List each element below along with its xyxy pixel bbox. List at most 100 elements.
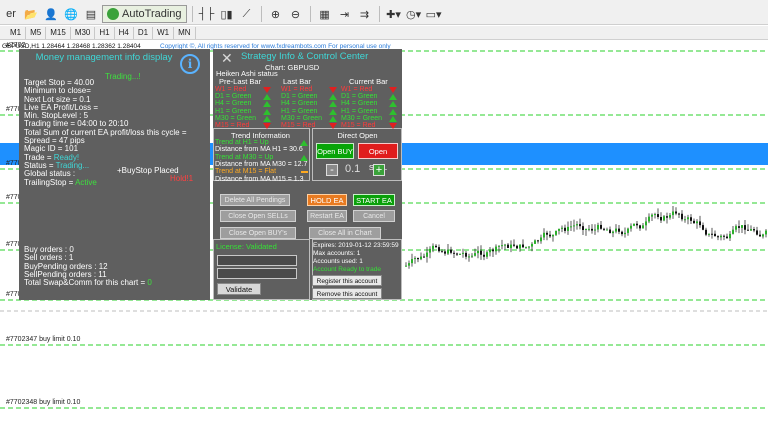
- direct-open-title: Direct Open: [337, 131, 378, 140]
- toolbar-fragment: er: [6, 8, 16, 20]
- candle-chart-icon[interactable]: ▯▮: [218, 5, 236, 23]
- candle-body: [675, 211, 677, 214]
- candle-body: [417, 258, 419, 260]
- candle-body: [687, 217, 689, 220]
- strategy-title: Strategy Info & Control Center: [241, 51, 369, 62]
- profile-icon[interactable]: 👤: [42, 5, 60, 23]
- candle-body: [723, 235, 725, 237]
- candle-body: [567, 226, 569, 231]
- arrow-up-icon: [329, 108, 337, 115]
- money-management-panel: Money management info display i Trading.…: [19, 49, 210, 300]
- delete-all-pendings-button[interactable]: Delete All Pendings: [220, 194, 290, 206]
- hold-ea-button[interactable]: HOLD EA: [307, 194, 347, 206]
- candle-body: [651, 214, 653, 217]
- candle-body: [429, 248, 431, 253]
- swap-value: 0: [147, 278, 152, 287]
- heiken-ashi-cell: M15 = Red: [341, 122, 376, 129]
- templates-icon[interactable]: ▭▾: [425, 5, 443, 23]
- arrow-down-icon: [329, 87, 337, 93]
- folder-icon[interactable]: 📂: [22, 5, 40, 23]
- candle-body: [606, 229, 608, 231]
- line-chart-icon[interactable]: ⟋: [238, 5, 256, 23]
- col-last: Last Bar: [283, 77, 311, 86]
- trend-line: Trend at M15 = Flat: [215, 168, 277, 176]
- candle-body: [582, 226, 584, 231]
- candle-body: [636, 223, 638, 226]
- candle-body: [627, 228, 629, 233]
- periods-icon[interactable]: ◷▾: [405, 5, 423, 23]
- timeframe-h4[interactable]: H4: [115, 26, 134, 39]
- close-all-in-chart-button[interactable]: Close All in Chart: [309, 227, 381, 239]
- candle-body: [558, 228, 560, 231]
- candle-body: [564, 227, 566, 231]
- trend-line: Distance from MA M30 = 12.7: [215, 160, 308, 168]
- heiken-ashi-cell: W1 = Red: [215, 86, 247, 93]
- lot-decrease-button[interactable]: -: [326, 164, 338, 176]
- autotrading-button[interactable]: AutoTrading: [102, 5, 187, 23]
- candle-body: [678, 213, 680, 215]
- chart-shift-icon[interactable]: ⇥: [336, 5, 354, 23]
- candle-body: [714, 233, 716, 237]
- candle-body: [435, 245, 437, 248]
- heiken-ashi-cell: H1 = Green: [281, 107, 318, 115]
- tile-windows-icon[interactable]: ▦: [316, 5, 334, 23]
- terminal-icon[interactable]: ▤: [82, 5, 100, 23]
- candle-body: [741, 225, 743, 228]
- timeframe-m15[interactable]: M15: [46, 26, 71, 39]
- candle-body: [666, 216, 668, 218]
- zoom-in-icon[interactable]: ⊕: [267, 5, 285, 23]
- timeframe-mn[interactable]: MN: [174, 26, 196, 39]
- restart-ea-button[interactable]: Restart EA: [307, 210, 347, 222]
- open-buy-button[interactable]: Open BUY: [316, 143, 354, 159]
- timeframe-d1[interactable]: D1: [134, 26, 154, 39]
- accounts-used-text: Accounts used: 1: [313, 258, 363, 265]
- autoscroll-icon[interactable]: ⇉: [356, 5, 374, 23]
- timeframe-m30[interactable]: M30: [71, 26, 96, 39]
- indicators-icon[interactable]: ✚▾: [385, 5, 403, 23]
- arrow-down-icon: [389, 87, 397, 93]
- candle-body: [519, 244, 521, 249]
- flat-trend-icon: [301, 171, 308, 174]
- license-email-input[interactable]: [217, 268, 297, 279]
- heiken-ashi-cell: M30 = Green: [215, 114, 257, 122]
- arrow-up-icon: [300, 140, 308, 146]
- candle-body: [459, 253, 461, 255]
- register-account-button[interactable]: Register this account: [312, 275, 382, 286]
- close-open-buys-button[interactable]: Close Open BUY's: [220, 227, 296, 239]
- bar-chart-icon[interactable]: ┤├: [198, 5, 216, 23]
- candle-body: [642, 225, 644, 229]
- candle-body: [546, 232, 548, 235]
- heiken-ashi-cell: W1 = Red: [281, 86, 313, 93]
- validate-button[interactable]: Validate: [217, 283, 261, 295]
- candle-body: [681, 213, 683, 220]
- candle-body: [462, 252, 464, 254]
- close-open-sells-button[interactable]: Close Open SELLs: [220, 210, 296, 222]
- candle-body: [570, 226, 572, 228]
- candle-body: [528, 246, 530, 248]
- timeframe-m5[interactable]: M5: [26, 26, 47, 39]
- info-icon[interactable]: i: [180, 54, 200, 74]
- candle-body: [483, 254, 485, 257]
- candle-body: [534, 240, 536, 244]
- lot-increase-button[interactable]: +: [373, 164, 385, 176]
- candle-body: [453, 252, 455, 254]
- candle-body: [468, 256, 470, 258]
- zoom-out-icon[interactable]: ⊖: [287, 5, 305, 23]
- globe-icon[interactable]: 🌐: [62, 5, 80, 23]
- candle-body: [588, 228, 590, 230]
- license-key-input[interactable]: [217, 255, 297, 266]
- candle-body: [414, 258, 416, 260]
- start-ea-button[interactable]: START EA: [353, 194, 395, 206]
- open-sell-button[interactable]: Open SELL: [358, 143, 398, 172]
- candle-body: [585, 228, 587, 231]
- cancel-button[interactable]: Cancel: [353, 210, 395, 222]
- timeframe-m1[interactable]: M1: [6, 26, 27, 39]
- candle-body: [594, 229, 596, 231]
- timeframe-h1[interactable]: H1: [95, 26, 115, 39]
- remove-account-button[interactable]: Remove this account: [312, 288, 382, 299]
- candle-body: [615, 228, 617, 232]
- candle-body: [480, 250, 482, 255]
- money-line-value: Active: [75, 177, 97, 187]
- timeframe-w1[interactable]: W1: [153, 26, 175, 39]
- heiken-ashi-cell: D1 = Green: [341, 93, 378, 101]
